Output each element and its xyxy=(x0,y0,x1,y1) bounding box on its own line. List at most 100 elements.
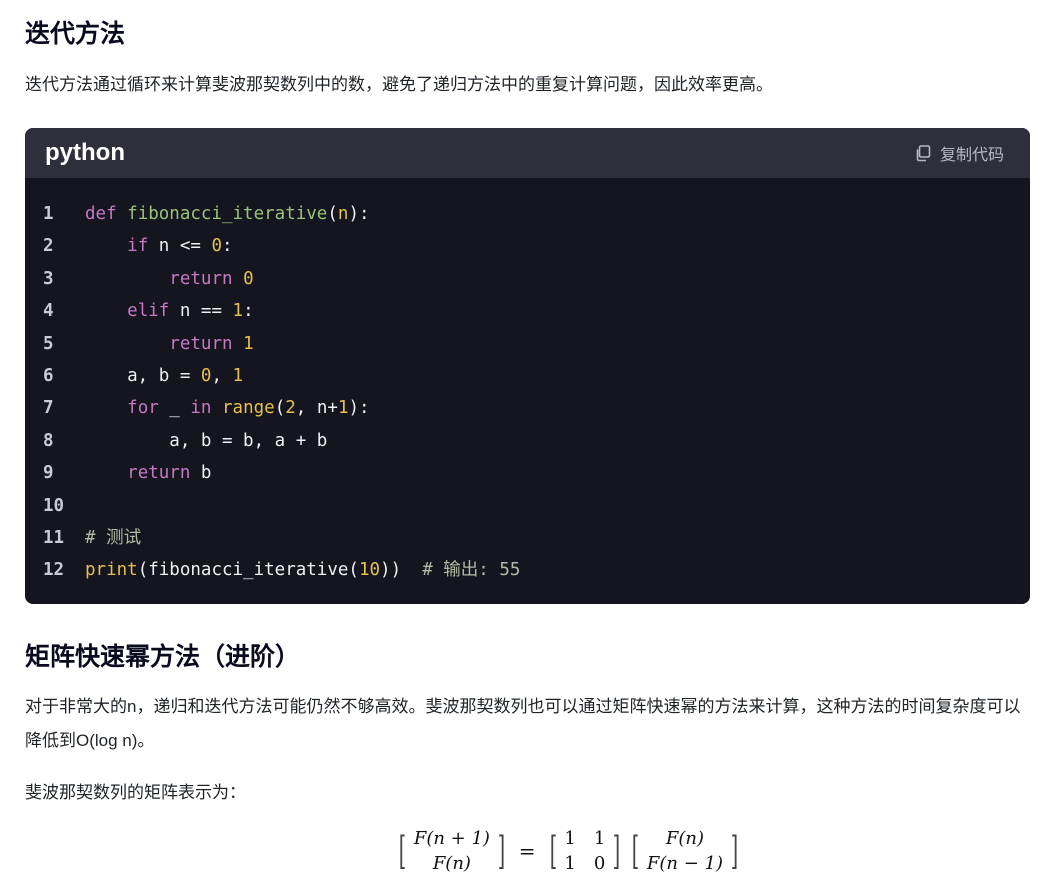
formula-lhs-vector: F(n + 1) F(n) xyxy=(414,826,490,876)
matrix-cell: 0 xyxy=(593,853,606,874)
right-bracket: ] xyxy=(730,829,739,873)
formula-equals: = xyxy=(518,839,536,863)
code-token: ( xyxy=(274,398,286,419)
copy-icon xyxy=(916,145,931,162)
code-language-label: python xyxy=(45,139,125,166)
code-text: return 1 xyxy=(85,328,254,360)
code-text: for _ in range(2, n+1): xyxy=(85,392,370,424)
left-bracket: [ xyxy=(631,829,640,873)
line-number: 7 xyxy=(43,398,54,419)
section-title-iterative: 迭代方法 xyxy=(25,20,126,48)
code-token: ( xyxy=(327,204,338,224)
formula-matrix: 1 1 1 0 xyxy=(564,826,605,876)
code-token: ): xyxy=(348,398,370,419)
code-token: : xyxy=(243,301,254,322)
code-token: range xyxy=(222,398,275,419)
code-token: )) xyxy=(380,560,423,581)
line-number: 11 xyxy=(43,527,65,548)
matrix-cell: 1 xyxy=(564,828,576,849)
code-token: n <= xyxy=(148,236,212,257)
code-text: print(fibonacci_iterative(10)) # 输出: 55 xyxy=(85,554,520,586)
line-number: 3 xyxy=(43,268,54,289)
code-token: n xyxy=(337,204,349,224)
line-number: 9 xyxy=(43,463,54,484)
code-token: _ xyxy=(158,398,191,419)
code-line: 11 # 测试 xyxy=(25,522,1030,554)
code-line: 1 def fibonacci_iterative(n): xyxy=(25,198,1030,230)
code-token: 1 xyxy=(243,333,254,354)
code-token: : xyxy=(222,236,233,257)
code-token: 2 xyxy=(285,398,296,419)
formula-lhs-bottom: F(n) xyxy=(432,853,471,874)
section-paragraph-iterative: 迭代方法通过循环来计算斐波那契数列中的数，避免了递归方法中的重复计算问题，因此效… xyxy=(25,75,773,94)
formula-lhs-top: F(n + 1) xyxy=(413,828,490,849)
code-token: 0 xyxy=(200,365,212,386)
code-token: n == xyxy=(169,301,233,322)
code-lines: 1 def fibonacci_iterative(n): 2 if n <= 0:… xyxy=(25,178,1030,587)
code-text: a, b = b, a + b xyxy=(85,425,327,457)
left-bracket: [ xyxy=(549,829,557,873)
line-number: 1 xyxy=(43,204,54,224)
code-token: return xyxy=(169,333,244,354)
line-number: 8 xyxy=(43,430,54,451)
line-number: 12 xyxy=(43,560,65,581)
code-token: 0 xyxy=(243,268,254,289)
line-number: 6 xyxy=(43,365,54,386)
code-text: # 测试 xyxy=(85,522,141,554)
matrix-cell: 1 xyxy=(564,853,576,874)
code-line: 7 for _ in range(2, n+1): xyxy=(25,392,1030,424)
code-token: in xyxy=(190,398,212,419)
article-page: 迭代方法 迭代方法通过循环来计算斐波那契数列中的数，避免了递归方法中的重复计算问… xyxy=(0,0,1056,892)
code-token: for xyxy=(127,398,159,419)
code-token: def xyxy=(85,204,128,224)
code-token: , xyxy=(211,365,233,386)
code-token: # 输出: 55 xyxy=(422,560,521,581)
section-paragraph-matrix: 对于非常大的n，递归和迭代方法可能仍然不够高效。斐波那契数列也可以通过矩阵快速幂… xyxy=(25,697,1021,750)
code-text: return 0 xyxy=(85,263,254,295)
code-line: 8 a, b = b, a + b xyxy=(25,425,1030,457)
right-bracket: ] xyxy=(497,829,506,873)
code-token: b xyxy=(190,463,212,484)
code-token: ): xyxy=(348,204,370,224)
code-text: a, b = 0, 1 xyxy=(85,360,243,392)
code-text: elif n == 1: xyxy=(85,295,254,327)
code-token: 10 xyxy=(358,560,381,581)
copy-code-label: 复制代码 xyxy=(939,147,1004,164)
code-token: # 测试 xyxy=(85,527,142,548)
line-number: 10 xyxy=(43,495,65,516)
formula-rhs-top: F(n) xyxy=(665,828,705,849)
line-number: 5 xyxy=(43,333,54,354)
section-paragraph-matrix-intro: 斐波那契数列的矩阵表示为： xyxy=(25,783,246,802)
code-token: (fibonacci_iterative( xyxy=(137,560,359,581)
code-token: , n+ xyxy=(295,398,338,419)
code-line: 10 xyxy=(25,490,1030,522)
code-token: 1 xyxy=(337,398,349,419)
section-title-matrix: 矩阵快速幂方法（进阶） xyxy=(25,643,301,671)
code-token: return xyxy=(169,268,244,289)
code-block: python 复制代码 1 def fibonacci_iterative(n):… xyxy=(25,128,1030,604)
code-token: fibonacci_iterative xyxy=(127,204,328,224)
left-bracket: [ xyxy=(398,829,407,873)
code-token: a, b = xyxy=(85,365,201,386)
code-line: 5 return 1 xyxy=(25,328,1030,360)
code-text: if n <= 0: xyxy=(85,230,233,262)
code-text: def fibonacci_iterative(n): xyxy=(85,198,370,230)
code-token: if xyxy=(127,236,149,257)
code-token: elif xyxy=(127,301,170,322)
code-line: 12 print(fibonacci_iterative(10)) # 输出: 5… xyxy=(25,554,1030,586)
code-line: 4 elif n == 1: xyxy=(25,295,1030,327)
matrix-cell: 1 xyxy=(593,828,606,849)
code-text: return b xyxy=(85,457,211,489)
code-token: a, b = b, a + b xyxy=(85,430,328,451)
code-token: 0 xyxy=(211,236,222,257)
line-number: 4 xyxy=(43,301,54,322)
copy-code-button[interactable]: 复制代码 xyxy=(914,141,1004,165)
code-line: 2 if n <= 0: xyxy=(25,230,1030,262)
code-token: print xyxy=(85,560,138,581)
